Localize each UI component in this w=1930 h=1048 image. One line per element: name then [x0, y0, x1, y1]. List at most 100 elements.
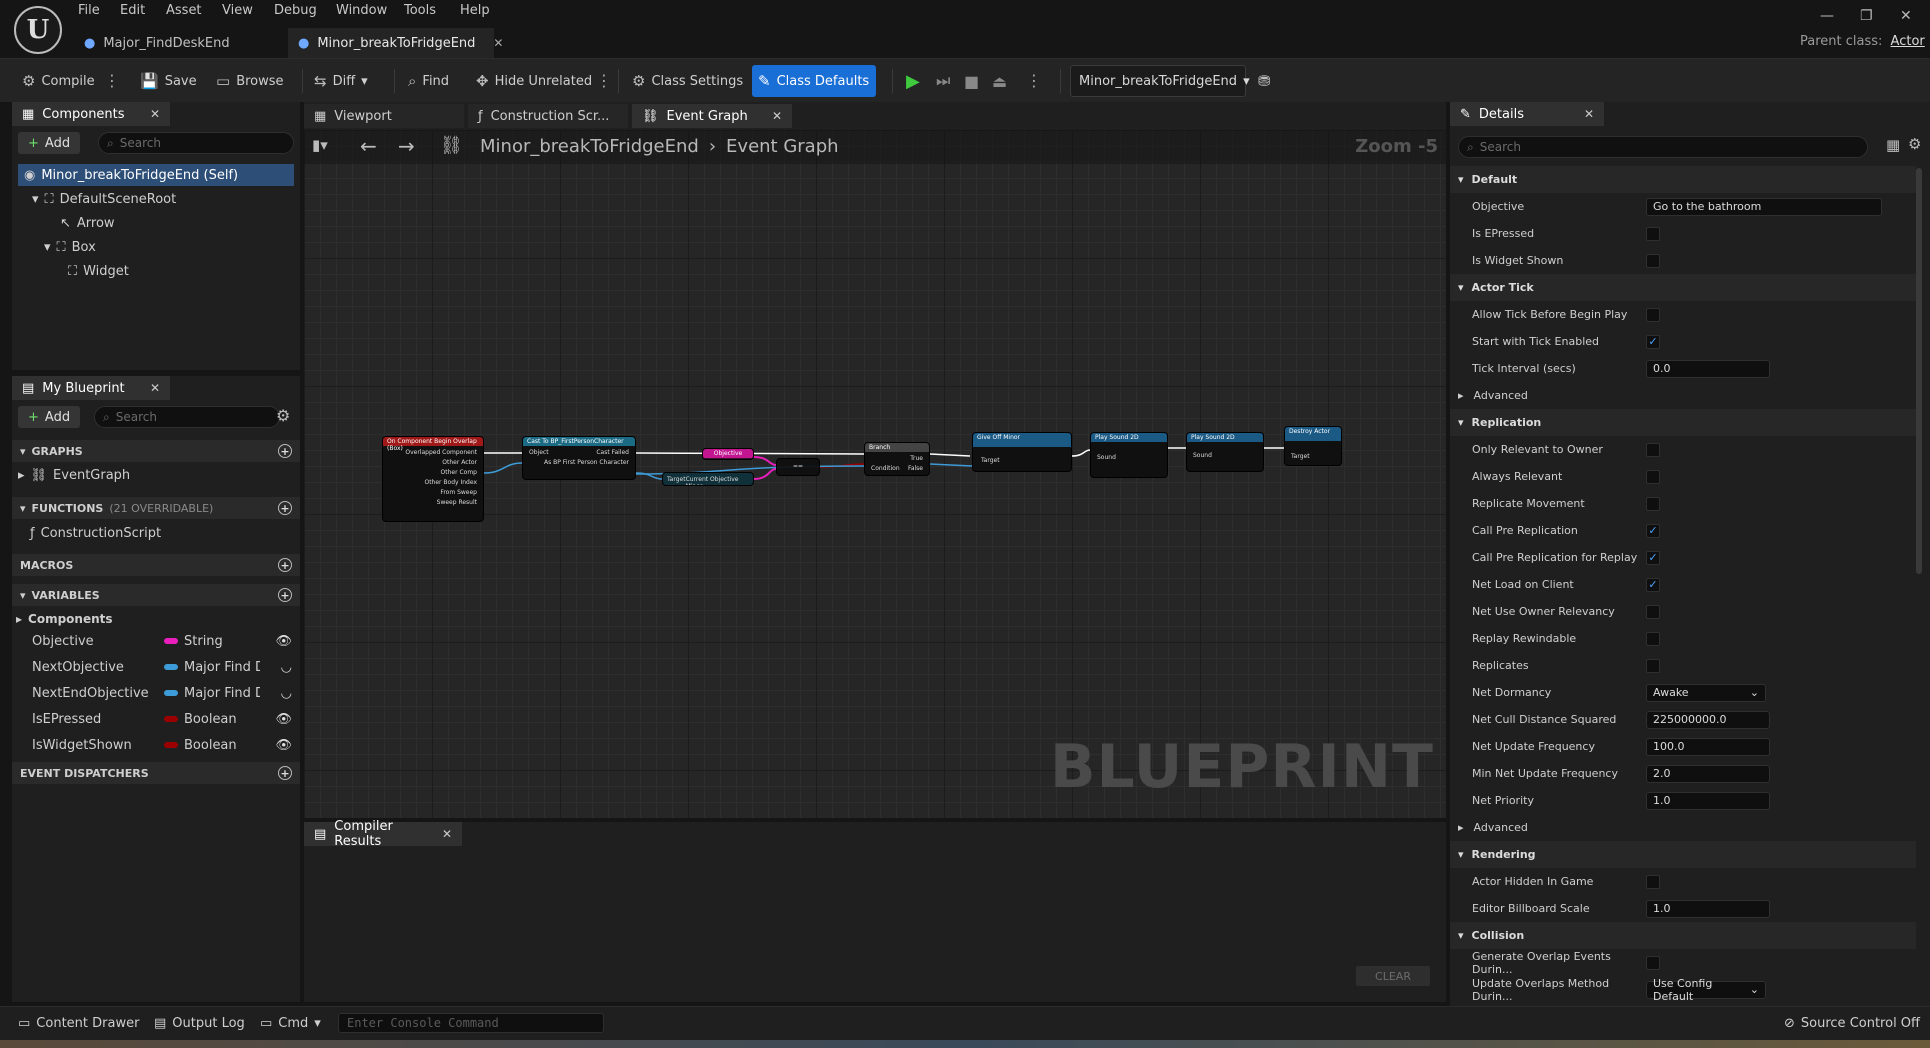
close-icon[interactable]: ✕: [150, 381, 160, 395]
content-drawer-button[interactable]: ▭ Content Drawer: [18, 1008, 139, 1038]
close-icon[interactable]: ✕: [150, 107, 160, 121]
menu-debug[interactable]: Debug: [274, 3, 317, 18]
graph-item-eventgraph[interactable]: ▸ ⛓ EventGraph: [18, 464, 130, 486]
menu-view[interactable]: View: [222, 3, 253, 18]
console-command-input[interactable]: Enter Console Command: [338, 1013, 604, 1033]
checkbox[interactable]: [1646, 253, 1660, 268]
compile-button[interactable]: ⚙ Compile: [16, 65, 101, 97]
checkbox[interactable]: [1646, 631, 1660, 646]
hide-unrelated-button[interactable]: ✥ Hide Unrelated: [470, 65, 598, 97]
node-destroy-actor[interactable]: Destroy Actor Target: [1284, 426, 1342, 466]
minimize-icon[interactable]: —: [1820, 8, 1834, 24]
compile-options-icon[interactable]: ⋮: [104, 71, 120, 90]
my-blueprint-search-input[interactable]: ⌕ Search: [94, 406, 280, 428]
graphs-section[interactable]: ▾ GRAPHS +: [12, 440, 300, 462]
debug-filter-button[interactable]: ⛃: [1252, 65, 1277, 97]
output-log-button[interactable]: ▤ Output Log: [154, 1008, 245, 1038]
details-search-input[interactable]: ⌕ Search: [1458, 136, 1868, 158]
details-tab[interactable]: ✎ Details ✕: [1450, 102, 1604, 126]
macros-section[interactable]: MACROS +: [12, 554, 300, 576]
checkbox[interactable]: [1646, 604, 1660, 619]
select-dropdown[interactable]: Use Config Default ⌄: [1646, 977, 1766, 1003]
node-play-sound-2d[interactable]: Play Sound 2D Sound: [1090, 432, 1168, 478]
details-section-replication[interactable]: ▾ Replication: [1450, 409, 1916, 436]
stop-button[interactable]: ■: [958, 65, 985, 97]
gear-icon[interactable]: ⚙: [276, 406, 290, 425]
components-search-input[interactable]: ⌕ Search: [98, 132, 294, 154]
checkbox[interactable]: ✓: [1646, 577, 1660, 592]
component-item-widget[interactable]: ⛶ Widget: [68, 260, 129, 282]
checkbox[interactable]: [1646, 955, 1660, 970]
variable-type[interactable]: Major Find D: [164, 660, 260, 675]
checkbox[interactable]: [1646, 307, 1660, 322]
doc-tab-minor-breaktofridgeend[interactable]: ● Minor_breakToFridgeEnd ✕: [288, 28, 503, 58]
compiler-results-tab[interactable]: ▤ Compiler Results ✕: [304, 819, 462, 849]
node-equals[interactable]: ==: [776, 458, 820, 476]
find-button[interactable]: ⌕ Find: [402, 65, 455, 97]
functions-section[interactable]: ▾ FUNCTIONS (21 OVERRIDABLE) +: [12, 497, 300, 519]
eye-closed-icon[interactable]: ◡: [281, 686, 292, 701]
tab-viewport[interactable]: ▦ Viewport: [304, 104, 464, 128]
checkbox[interactable]: [1646, 874, 1660, 889]
details-section-rendering[interactable]: ▾ Rendering: [1450, 841, 1916, 868]
details-section-actor-tick[interactable]: ▾ Actor Tick: [1450, 274, 1916, 301]
node-play-sound-2d[interactable]: Play Sound 2D Sound: [1186, 432, 1264, 472]
add-component-button[interactable]: + Add: [18, 132, 81, 154]
more-options-icon[interactable]: ⋮: [596, 71, 612, 90]
node-get-current-objective[interactable]: TargetCurrent Objective Minor: [662, 472, 754, 486]
advanced-subsection[interactable]: ▸ Advanced: [1450, 814, 1916, 841]
play-options-icon[interactable]: ⋮: [1026, 71, 1042, 90]
add-dispatcher-icon[interactable]: +: [278, 766, 292, 780]
number-field[interactable]: 1.0: [1646, 791, 1770, 810]
debug-object-dropdown[interactable]: Minor_breakToFridgeEnd ▾: [1070, 65, 1250, 97]
checkbox[interactable]: ✓: [1646, 523, 1660, 538]
add-function-icon[interactable]: +: [278, 501, 292, 515]
select-dropdown[interactable]: Awake ⌄: [1646, 683, 1766, 702]
node-on-component-begin-overlap[interactable]: On Component Begin Overlap (Box) Overlapp…: [382, 436, 484, 522]
event-graph-canvas[interactable]: ▮▾ ← → ⛓ Minor_breakToFridgeEnd › Event …: [304, 130, 1446, 818]
add-graph-icon[interactable]: +: [278, 444, 292, 458]
add-variable-icon[interactable]: +: [278, 588, 292, 602]
close-icon[interactable]: ✕: [1584, 107, 1594, 121]
advanced-subsection[interactable]: ▸ Advanced: [1450, 382, 1916, 409]
variables-section[interactable]: ▾ VARIABLES +: [12, 584, 300, 606]
table-view-icon[interactable]: ▦: [1886, 136, 1900, 154]
class-defaults-button[interactable]: ✎ Class Defaults: [752, 65, 876, 97]
menu-help[interactable]: Help: [460, 3, 490, 18]
variable-row[interactable]: NextObjective Major Find D ◡: [12, 654, 300, 680]
number-field[interactable]: 100.0: [1646, 737, 1770, 756]
tab-construction-script[interactable]: ƒ Construction Scr...: [468, 104, 628, 128]
diff-button[interactable]: ⇆ Diff ▾: [308, 65, 374, 97]
checkbox[interactable]: [1646, 469, 1660, 484]
details-scrollbar[interactable]: [1916, 168, 1922, 574]
variable-row[interactable]: Objective String 👁: [12, 628, 300, 654]
menu-file[interactable]: File: [78, 3, 100, 18]
variable-row[interactable]: IsWidgetShown Boolean 👁: [12, 732, 300, 758]
event-dispatchers-section[interactable]: EVENT DISPATCHERS +: [12, 762, 300, 784]
menu-window[interactable]: Window: [336, 3, 387, 18]
eye-icon[interactable]: 👁: [275, 712, 292, 727]
node-give-off-minor[interactable]: Give Off Minor Target: [972, 432, 1072, 472]
close-icon[interactable]: ✕: [493, 36, 503, 50]
checkbox[interactable]: ✓: [1646, 334, 1660, 349]
node-branch[interactable]: Branch True Condition False: [864, 442, 930, 476]
browse-button[interactable]: ▭ Browse: [210, 65, 290, 97]
variable-type[interactable]: String: [164, 634, 260, 649]
node-cast-to-character[interactable]: Cast To BP_FirstPersonCharacter Object Cas…: [522, 436, 636, 480]
add-member-button[interactable]: + Add: [18, 406, 81, 428]
number-field[interactable]: 0.0: [1646, 359, 1770, 378]
details-section-collision[interactable]: ▾ Collision: [1450, 922, 1916, 949]
variables-components-group[interactable]: ▸ Components: [16, 608, 113, 630]
function-item-constructionscript[interactable]: ƒ ConstructionScript: [30, 522, 161, 544]
variable-type[interactable]: Major Find D: [164, 686, 260, 701]
step-button[interactable]: ⏭: [930, 65, 956, 97]
node-get-objective[interactable]: Objective: [702, 448, 754, 460]
number-field[interactable]: 1.0: [1646, 899, 1770, 918]
number-field[interactable]: 225000000.0: [1646, 710, 1770, 729]
number-field[interactable]: 2.0: [1646, 764, 1770, 783]
eye-icon[interactable]: 👁: [275, 738, 292, 753]
component-item-box[interactable]: ▾ ⛶ Box: [44, 236, 96, 258]
details-section-default[interactable]: ▾ Default: [1450, 166, 1916, 193]
component-item-arrow[interactable]: ↖ Arrow: [60, 212, 115, 234]
eye-icon[interactable]: 👁: [275, 634, 292, 649]
